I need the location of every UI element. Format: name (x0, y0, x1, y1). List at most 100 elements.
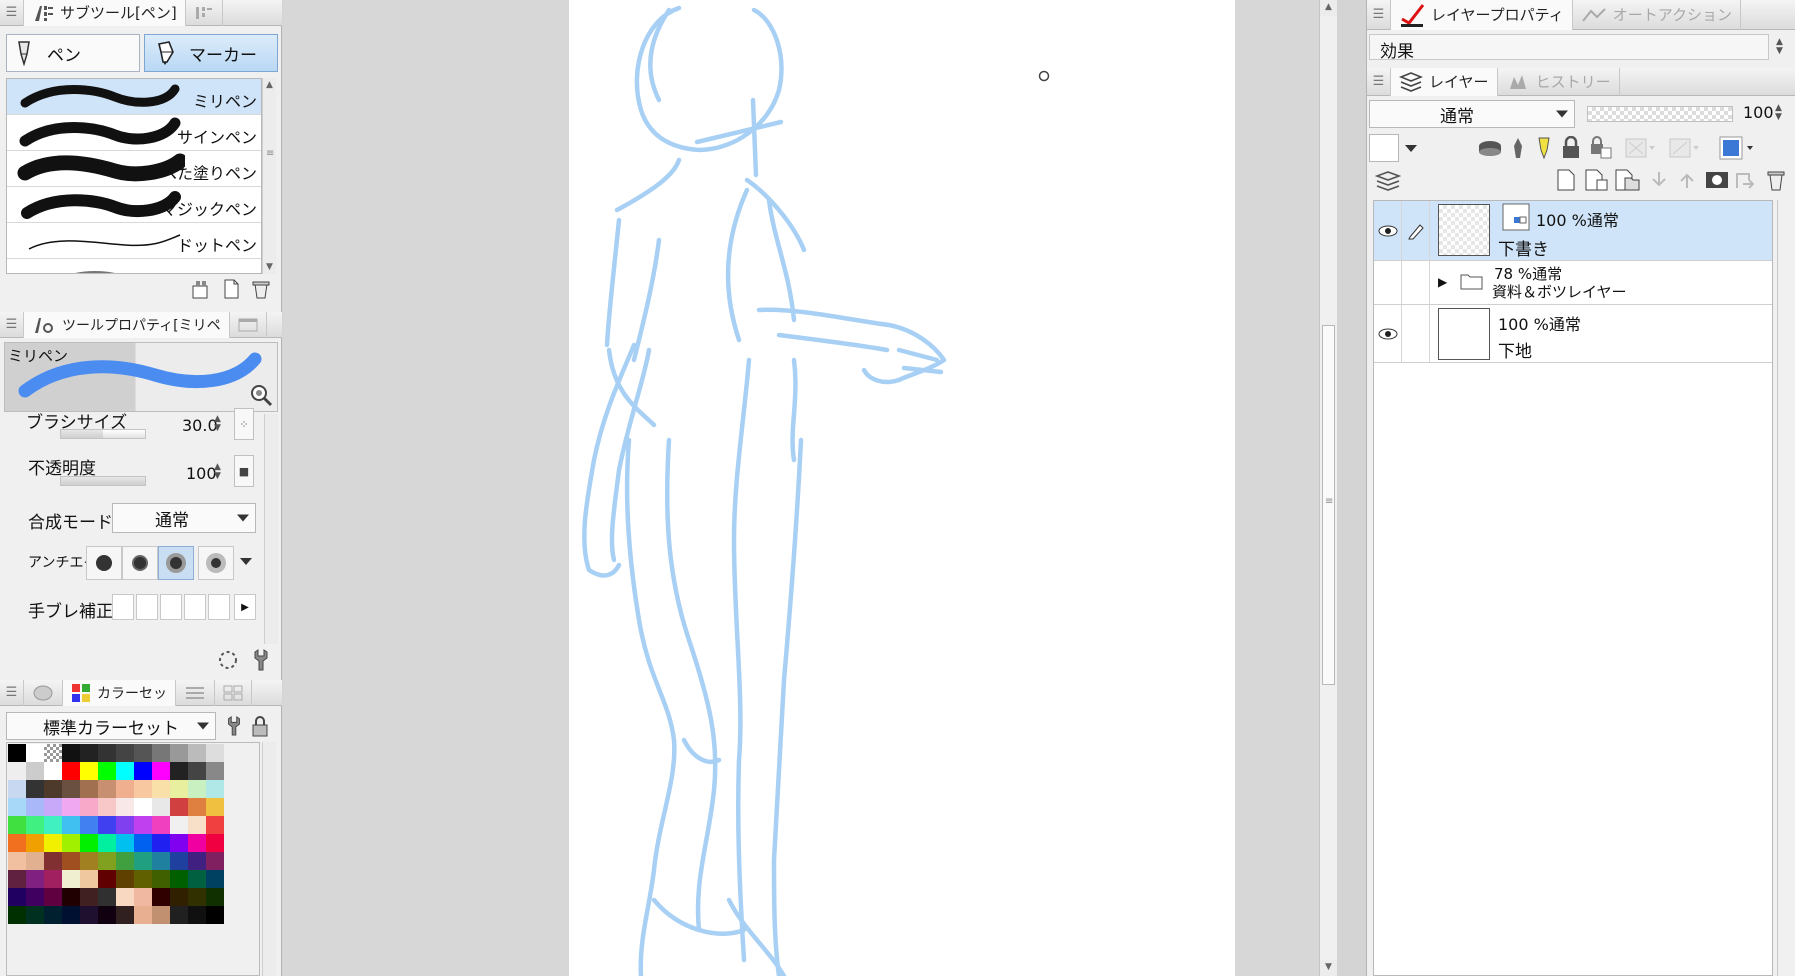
copy-subtool-icon[interactable] (190, 278, 212, 300)
stabilization-expand-button[interactable]: ▶ (234, 594, 256, 620)
color-swatch[interactable] (170, 762, 188, 780)
ruler-disabled-icon[interactable] (1669, 138, 1703, 158)
antialias-none-option[interactable] (86, 546, 122, 580)
color-swatch[interactable] (134, 762, 152, 780)
color-swatch[interactable] (116, 870, 134, 888)
brush-item-magicpen[interactable]: マジックペン (7, 187, 261, 223)
brush-list-scrollbar[interactable]: ▲ ≡ ▼ (262, 78, 276, 274)
color-swatch[interactable] (134, 744, 152, 762)
color-swatch[interactable] (80, 744, 98, 762)
apply-mask-icon[interactable] (1733, 170, 1757, 190)
brush-item-fillpen[interactable]: べた塗りペン (7, 151, 261, 187)
brush-size-value[interactable]: 30.0 (182, 416, 218, 435)
color-swatch[interactable] (80, 888, 98, 906)
layer-blend-mode-dropdown[interactable]: 通常 (1369, 100, 1575, 128)
color-set-settings-icon[interactable] (224, 714, 244, 738)
color-swatch[interactable] (62, 762, 80, 780)
color-swatch[interactable] (26, 888, 44, 906)
color-swatch[interactable] (80, 852, 98, 870)
color-swatch[interactable] (80, 762, 98, 780)
clipping-icon[interactable] (1477, 138, 1503, 158)
color-swatch[interactable] (8, 744, 26, 762)
color-swatch[interactable] (62, 888, 80, 906)
color-swatch[interactable] (134, 888, 152, 906)
stabilization-step-3[interactable] (160, 594, 182, 620)
tab-color-list[interactable] (176, 679, 215, 706)
new-vector-layer-icon[interactable] (1583, 168, 1609, 192)
color-swatch[interactable] (206, 816, 224, 834)
color-swatch[interactable] (98, 798, 116, 816)
color-swatch[interactable] (44, 816, 62, 834)
panel-menu-icon[interactable]: ☰ (1367, 67, 1391, 96)
color-swatch[interactable] (116, 816, 134, 834)
scroll-up-icon[interactable]: ▲ (263, 78, 276, 92)
color-swatch[interactable] (188, 888, 206, 906)
color-swatch[interactable] (62, 870, 80, 888)
color-swatch[interactable] (26, 798, 44, 816)
color-swatch[interactable] (170, 744, 188, 762)
color-swatch[interactable] (8, 888, 26, 906)
color-swatch[interactable] (152, 852, 170, 870)
color-swatch[interactable] (170, 816, 188, 834)
color-swatch[interactable] (188, 852, 206, 870)
effect-section[interactable]: 効果 (1369, 34, 1769, 62)
panel-menu-icon[interactable]: ☰ (1367, 0, 1391, 30)
antialias-medium-option[interactable] (158, 546, 194, 580)
color-swatch[interactable] (170, 888, 188, 906)
color-swatch[interactable] (152, 744, 170, 762)
color-swatch[interactable] (116, 780, 134, 798)
color-swatch[interactable] (44, 852, 62, 870)
color-swatch[interactable] (206, 834, 224, 852)
color-swatch[interactable] (116, 744, 134, 762)
color-swatch[interactable] (26, 816, 44, 834)
color-swatch[interactable] (8, 816, 26, 834)
antialias-dropdown-icon[interactable] (240, 558, 252, 565)
color-swatch[interactable] (98, 906, 116, 924)
visibility-toggle[interactable] (1374, 261, 1402, 304)
brush-item-millipen[interactable]: ミリペン (7, 79, 261, 115)
color-swatch[interactable] (206, 744, 224, 762)
layer-mask-icon[interactable] (1705, 170, 1729, 190)
color-swatch[interactable] (8, 852, 26, 870)
color-swatch[interactable] (98, 870, 116, 888)
brush-size-pressure-button[interactable]: ⁘ (234, 408, 254, 440)
color-swatch[interactable] (152, 888, 170, 906)
tool-property-scrollbar[interactable] (264, 414, 278, 644)
tab-subtool[interactable]: サブツール[ペン] (24, 0, 186, 26)
stabilization-step-5[interactable] (208, 594, 230, 620)
color-swatch[interactable] (206, 906, 224, 924)
transfer-icon[interactable] (1677, 170, 1697, 190)
color-swatch[interactable] (170, 852, 188, 870)
color-swatch[interactable] (26, 906, 44, 924)
expand-arrow-icon[interactable]: ▶ (1438, 275, 1447, 289)
color-swatch[interactable] (80, 906, 98, 924)
layer-opacity-value[interactable]: 100 (1743, 103, 1774, 122)
color-set-scrollbar[interactable] (262, 742, 276, 976)
color-swatch[interactable] (152, 798, 170, 816)
layer-color-mode-icon[interactable] (1719, 136, 1755, 160)
color-swatch[interactable] (8, 798, 26, 816)
delete-layer-icon[interactable] (1765, 168, 1787, 192)
color-swatch[interactable] (188, 834, 206, 852)
color-swatch[interactable] (116, 888, 134, 906)
color-swatch[interactable] (44, 744, 62, 762)
color-swatch[interactable] (44, 888, 62, 906)
zoom-icon[interactable] (249, 383, 273, 407)
edit-target-toggle[interactable] (1402, 201, 1430, 260)
wrench-icon[interactable] (250, 648, 272, 672)
color-swatch[interactable] (44, 780, 62, 798)
lock-transparent-icon[interactable] (1589, 136, 1613, 160)
delete-icon[interactable] (250, 278, 272, 300)
color-swatch[interactable] (62, 744, 80, 762)
tab-layer-property[interactable]: レイヤープロパティ (1391, 0, 1573, 30)
tab-tool-property[interactable]: ツールプロパティ[ミリペ (24, 311, 230, 338)
color-swatch[interactable] (44, 834, 62, 852)
canvas-paper[interactable] (569, 0, 1235, 976)
layer-row[interactable]: 100 %通常 下書き (1374, 201, 1772, 261)
panel-menu-icon[interactable]: ☰ (0, 311, 24, 338)
effect-scroll-spinner[interactable]: ▲ ▼ (1776, 38, 1788, 56)
color-swatch[interactable] (134, 870, 152, 888)
color-swatch[interactable] (170, 798, 188, 816)
color-swatch[interactable] (170, 870, 188, 888)
color-swatch[interactable] (188, 906, 206, 924)
